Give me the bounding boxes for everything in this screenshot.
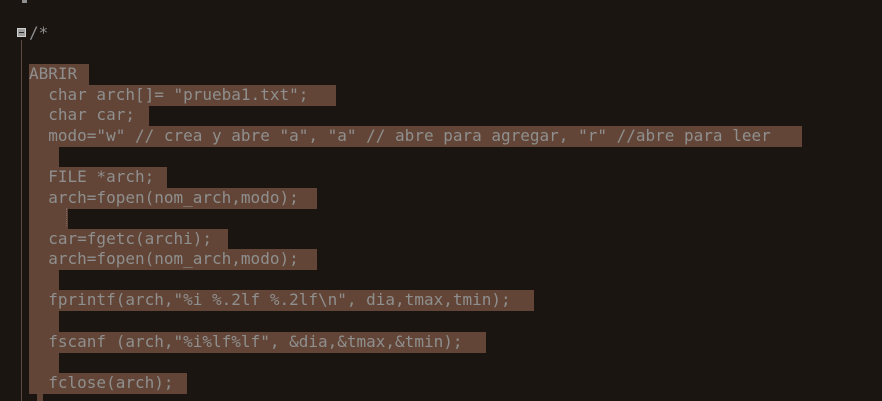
code-line: fclose(arch); (29, 373, 184, 392)
code-line: arch=fopen(nom_arch,modo); (29, 249, 318, 268)
gutter-mark (22, 0, 27, 3)
code-line: fscanf (arch,"%i%lf%lf", &dia,&tmax,&tmi… (29, 332, 473, 351)
code-line: FILE *arch; (29, 167, 155, 186)
code-editor[interactable]: /* ABRIR char arch[]= "prueba1.txt"; cha… (0, 0, 882, 401)
code-line: char car; (29, 105, 135, 124)
code-line: arch=fopen(nom_arch,modo); (29, 188, 318, 207)
code-line: fprintf(arch,"%i %.2lf %.2lf\n", dia,tma… (29, 290, 521, 309)
fold-collapse-icon[interactable] (17, 28, 26, 37)
indent-guide (66, 208, 68, 226)
code-line: ABRIR (29, 64, 87, 83)
code-line: char arch[]= "prueba1.txt"; (29, 85, 328, 104)
selection-highlight (37, 394, 43, 401)
code-line: modo="w" // crea y abre "a", "a" // abre… (29, 126, 781, 145)
code-line: car=fgetc(archi); (29, 229, 222, 248)
fold-range-line (21, 40, 22, 401)
comment-open-token: /* (29, 23, 49, 42)
